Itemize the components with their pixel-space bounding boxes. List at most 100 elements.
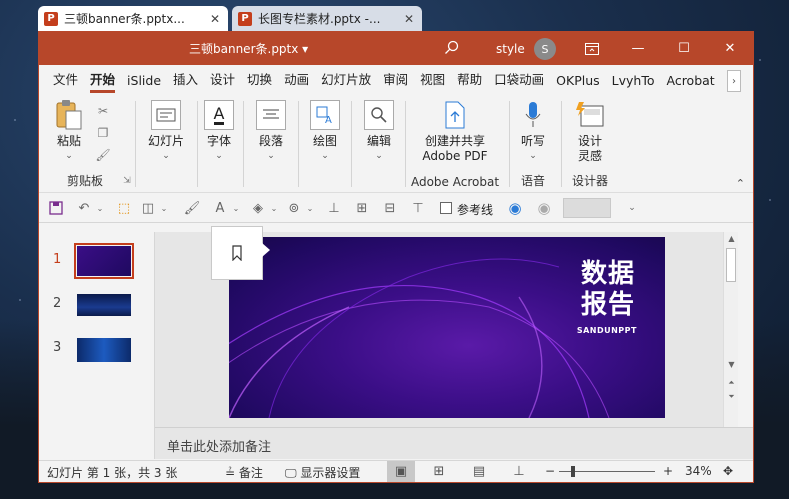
font-button[interactable]: A 字体 ⌄ <box>199 99 239 164</box>
tab-okplus[interactable]: OKPlus <box>550 73 605 95</box>
align-bottom-icon[interactable]: ⊤ <box>409 200 427 216</box>
close-window-icon[interactable]: ✕ <box>707 32 753 65</box>
search-icon[interactable] <box>444 40 460 56</box>
brush-icon[interactable]: 🖌 <box>183 200 201 216</box>
blue-circle-icon[interactable]: ◉ <box>506 199 524 217</box>
reading-view-icon[interactable]: ▤ <box>465 461 493 482</box>
tab-home[interactable]: 开始 <box>84 69 121 95</box>
tab-view[interactable]: 视图 <box>414 69 451 95</box>
design-ideas-button[interactable]: 设计 灵感 <box>569 99 611 164</box>
scrollbar-thumb[interactable] <box>726 248 736 282</box>
chevron-down-icon[interactable]: ⌄ <box>155 200 173 216</box>
group-label-acrobat: Adobe Acrobat <box>410 175 500 189</box>
scroll-up-icon[interactable]: ▲ <box>724 234 739 243</box>
minimize-icon[interactable]: — <box>615 32 661 65</box>
slide-thumbnail-image[interactable] <box>77 338 131 362</box>
drawing-button[interactable]: A 绘图 ⌄ <box>305 99 345 164</box>
chevron-down-icon[interactable]: ⌄ <box>227 200 245 216</box>
tab-slideshow[interactable]: 幻灯片放 <box>315 69 377 95</box>
tab-acrobat[interactable]: Acrobat <box>660 73 720 95</box>
normal-view-icon[interactable]: ▣ <box>387 461 415 482</box>
previous-slide-icon[interactable]: ⏶ <box>724 378 739 388</box>
distribute-horizontal-icon[interactable]: ⊟ <box>381 200 399 216</box>
gray-circle-icon[interactable]: ◉ <box>535 199 553 217</box>
slideshow-icon[interactable]: ⊥ <box>505 461 533 482</box>
cut-icon[interactable]: ✂ <box>95 103 111 119</box>
dictate-button[interactable]: 听写 ⌄ <box>513 99 553 164</box>
font-label: 字体 <box>206 134 231 148</box>
tab-document-2[interactable]: P 长图专栏素材.pptx -... ✕ <box>232 6 422 31</box>
quick-access-toolbar: ↶ ⌄ ⬚ ◫ ⌄ 🖌 A ⌄ ◈ ⌄ ⊚ ⌄ ⊥ ⊞ ⊟ ⊤ 参考线 ◉ ◉ … <box>39 193 753 223</box>
slide-thumbnail[interactable]: 1 <box>39 243 155 282</box>
customize-toolbar-icon[interactable]: ⌄ <box>623 200 641 216</box>
slide-thumbnails-pane: 1 2 3 <box>39 232 155 459</box>
tab-transitions[interactable]: 切换 <box>241 69 278 95</box>
ribbon-tabs-scroll-right[interactable]: › <box>727 70 741 92</box>
fit-to-window-icon[interactable]: ✥ <box>723 464 733 478</box>
document-tabs: P 三顿banner条.pptx... ✕ P 长图专栏素材.pptx -...… <box>38 0 422 31</box>
ribbon-display-options-icon[interactable] <box>569 32 615 65</box>
create-share-pdf-button[interactable]: 创建并共享 Adobe PDF <box>407 99 503 164</box>
vertical-scrollbar[interactable]: ▲ ▼ ⏶ ⏷ <box>723 232 738 427</box>
format-painter-icon[interactable]: 🖌 <box>95 147 111 163</box>
paragraph-button[interactable]: 段落 ⌄ <box>251 99 291 164</box>
slide-number: 3 <box>53 340 62 355</box>
chevron-down-icon[interactable]: ⌄ <box>91 200 109 216</box>
collapse-ribbon-icon[interactable]: ⌃ <box>736 177 745 190</box>
slide-thumbnail-image[interactable] <box>74 243 134 279</box>
zoom-out-button[interactable]: − <box>545 464 555 478</box>
close-icon[interactable]: ✕ <box>402 12 416 26</box>
maximize-icon[interactable]: ☐ <box>661 32 707 65</box>
status-bar: 幻灯片 第 1 张，共 3 张 ≟ 备注 🖵 显示器设置 ▣ ⊞ ▤ ⊥ − +… <box>39 460 753 482</box>
slide-thumbnail-image[interactable] <box>77 294 131 316</box>
chevron-down-icon[interactable]: ⌄ <box>265 200 283 216</box>
slide-number: 2 <box>53 296 62 311</box>
scroll-down-icon[interactable]: ▼ <box>724 360 739 369</box>
tab-insert[interactable]: 插入 <box>167 69 204 95</box>
slide-sorter-icon[interactable]: ⊞ <box>425 461 453 482</box>
chevron-down-icon: ⌄ <box>529 151 537 161</box>
current-slide[interactable]: 数据 报告 SANDUNPPT <box>229 237 665 418</box>
notes-pane[interactable]: 单击此处添加备注 <box>155 427 753 459</box>
group-clipboard: 粘贴 ⌄ ✂ ❐ 🖌 剪贴板 ⇲ <box>39 95 131 193</box>
align-top-icon[interactable]: ⊥ <box>325 200 343 216</box>
powerpoint-window: 三顿banner条.pptx ▾ style S — ☐ ✕ 文件 开始 iSl… <box>38 31 754 483</box>
save-icon[interactable] <box>47 200 65 216</box>
display-settings-button[interactable]: 🖵 显示器设置 <box>285 464 360 481</box>
tab-animations[interactable]: 动画 <box>278 69 315 95</box>
comment-marker[interactable] <box>211 226 270 280</box>
slide-thumbnail[interactable]: 2 <box>39 290 155 326</box>
slide-editor: 数据 报告 SANDUNPPT ▲ ▼ ⏶ ⏷ <box>155 226 738 427</box>
close-icon[interactable]: ✕ <box>208 12 222 26</box>
tab-help[interactable]: 帮助 <box>451 69 488 95</box>
document-title[interactable]: 三顿banner条.pptx ▾ <box>189 40 308 57</box>
tab-lvyhtools[interactable]: LvyhTo <box>606 73 661 95</box>
style-dropdown[interactable] <box>563 198 611 218</box>
tab-file[interactable]: 文件 <box>47 69 84 95</box>
user-name[interactable]: style <box>496 42 525 56</box>
avatar[interactable]: S <box>534 38 556 60</box>
copy-icon[interactable]: ❐ <box>95 125 111 141</box>
select-objects-icon[interactable]: ⬚ <box>115 200 133 216</box>
tab-review[interactable]: 审阅 <box>377 69 414 95</box>
zoom-slider-thumb[interactable] <box>571 466 575 477</box>
paste-button[interactable]: 粘贴 ⌄ <box>49 99 89 164</box>
slide-thumbnail[interactable]: 3 <box>39 334 155 370</box>
chevron-down-icon[interactable]: ⌄ <box>301 200 319 216</box>
ribbon-tab-bar: 文件 开始 iSlide 插入 设计 切换 动画 幻灯片放 审阅 视图 帮助 口… <box>39 65 753 95</box>
tab-pocket-animation[interactable]: 口袋动画 <box>488 69 550 95</box>
share-label-line1: 创建并共享 <box>424 134 485 148</box>
tab-document-1[interactable]: P 三顿banner条.pptx... ✕ <box>38 6 228 31</box>
align-middle-icon[interactable]: ⊞ <box>353 200 371 216</box>
zoom-level[interactable]: 34% <box>685 464 712 478</box>
tab-design[interactable]: 设计 <box>204 69 241 95</box>
dialog-launcher-icon[interactable]: ⇲ <box>119 173 135 189</box>
tab-islide[interactable]: iSlide <box>121 73 167 95</box>
shapes-icon: A <box>310 100 340 130</box>
next-slide-icon[interactable]: ⏷ <box>724 392 739 402</box>
zoom-in-button[interactable]: + <box>663 464 673 478</box>
editing-button[interactable]: 编辑 ⌄ <box>359 99 399 164</box>
guides-checkbox[interactable] <box>440 202 452 214</box>
slides-button[interactable]: 幻灯片 ⌄ <box>141 99 191 164</box>
notes-button[interactable]: ≟ 备注 <box>225 464 263 481</box>
